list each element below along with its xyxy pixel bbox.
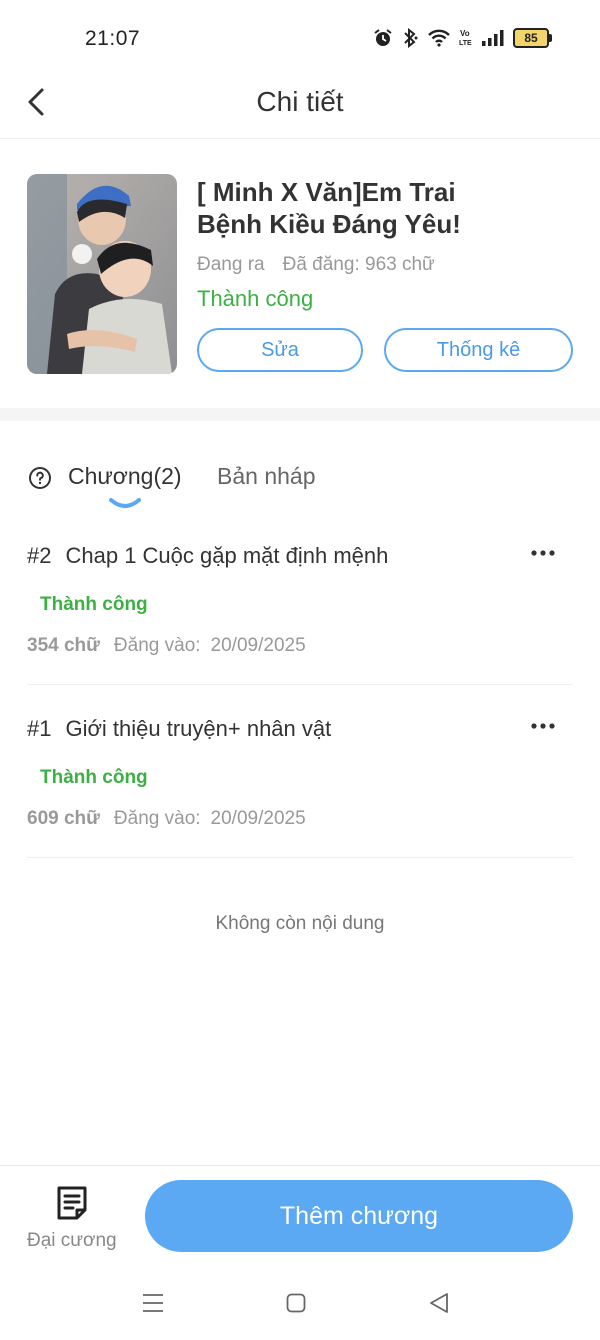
book-word-count: Đã đăng: 963 chữ [282, 254, 435, 275]
chapter-date: 20/09/2025 [210, 808, 306, 829]
signal-icon [482, 30, 504, 46]
chapter-word-count: 354 chữ [27, 635, 100, 656]
page-title: Chi tiết [256, 86, 344, 117]
chapter-word-count: 609 chữ [27, 808, 100, 829]
chapter-status: Thành công [40, 767, 148, 788]
bottom-bar-divider [0, 1165, 600, 1166]
section-divider [0, 408, 600, 421]
svg-text:LTE: LTE [459, 40, 472, 47]
battery-level: 85 [513, 28, 549, 48]
book-status: Thành công [197, 286, 314, 311]
chapter-meta: 609 chữ Đăng vào: 20/09/2025 [27, 808, 306, 830]
chapter-posted-label: Đăng vào: [113, 808, 201, 829]
row-divider [27, 684, 573, 685]
chapter-status: Thành công [40, 594, 148, 615]
chapter-title: Giới thiệu truyện+ nhân vật [65, 716, 332, 741]
statistics-button[interactable]: Thống kê [384, 328, 573, 372]
edit-button[interactable]: Sửa [197, 328, 363, 372]
book-state: Đang ra [197, 254, 265, 275]
home-icon[interactable] [286, 1293, 306, 1313]
chapter-meta: 354 chữ Đăng vào: 20/09/2025 [27, 635, 306, 657]
svg-text:Vo: Vo [460, 29, 470, 38]
alarm-icon [374, 29, 392, 46]
active-tab-indicator [109, 498, 141, 508]
status-time: 21:07 [85, 27, 141, 50]
chapter-number: #1 [27, 716, 52, 741]
chapter-item[interactable]: #2 Chap 1 Cuộc gặp mặt định mệnh [27, 543, 573, 569]
tab-chapters[interactable]: Chương(2) [68, 463, 182, 490]
chapter-item[interactable]: #1 Giới thiệu truyện+ nhân vật [27, 716, 573, 742]
add-chapter-button[interactable]: Thêm chương [145, 1180, 573, 1252]
chapter-posted-label: Đăng vào: [113, 635, 201, 656]
chapter-number: #2 [27, 543, 52, 568]
book-cover-image[interactable] [27, 174, 177, 374]
recent-apps-icon[interactable] [142, 1293, 164, 1313]
outline-label[interactable]: Đại cương [27, 1230, 117, 1252]
wifi-icon [428, 29, 450, 47]
chapter-date: 20/09/2025 [210, 635, 306, 656]
chapter-title-line: #1 Giới thiệu truyện+ nhân vật [27, 716, 573, 742]
row-divider [27, 857, 573, 858]
outline-document-icon[interactable] [55, 1185, 89, 1221]
chapter-title: Chap 1 Cuộc gặp mặt định mệnh [65, 543, 389, 568]
tab-drafts[interactable]: Bản nháp [217, 463, 315, 490]
volte-icon: Vo LTE [459, 29, 472, 47]
header-divider [0, 138, 600, 139]
book-title: [ Minh X Văn]Em Trai Bệnh Kiều Đáng Yêu! [197, 177, 461, 239]
bluetooth-icon [404, 28, 418, 48]
chapter-title-line: #2 Chap 1 Cuộc gặp mặt định mệnh [27, 543, 573, 569]
help-icon[interactable] [28, 466, 52, 490]
more-options-icon[interactable] [531, 722, 555, 730]
status-icons: Vo LTE 85 [373, 28, 552, 48]
end-of-list-text: Không còn nội dung [215, 913, 385, 934]
more-options-icon[interactable] [531, 549, 555, 557]
book-meta: Đang ra Đã đăng: 963 chữ [197, 254, 435, 276]
nav-back-icon[interactable] [428, 1292, 450, 1314]
battery-icon: 85 [513, 28, 552, 48]
